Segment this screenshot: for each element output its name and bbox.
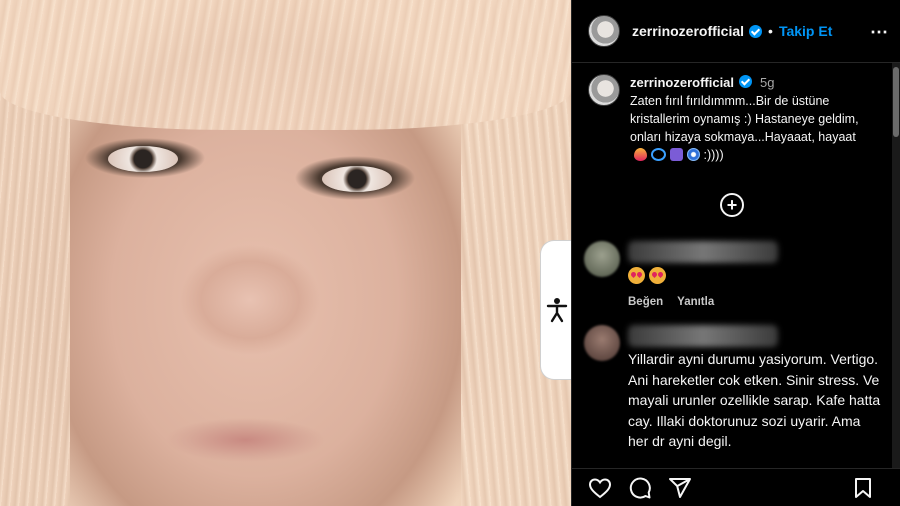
infinity-icon — [651, 148, 666, 161]
heart-eyes-icon — [649, 267, 666, 284]
comment-avatar[interactable] — [584, 325, 620, 361]
photo-eye-left — [108, 146, 178, 172]
caption-verified-icon — [739, 75, 753, 88]
post-action-bar — [572, 468, 900, 506]
post-photo — [0, 0, 571, 506]
share-icon[interactable] — [668, 476, 692, 500]
reply-comment-button[interactable]: Yanıtla — [677, 296, 714, 308]
peace-icon — [670, 148, 683, 161]
comment-emojis — [628, 267, 778, 284]
scrollbar-thumb[interactable] — [893, 67, 899, 137]
feed-scrollbar[interactable] — [892, 63, 900, 468]
author-username[interactable]: zerrinozerofficial — [632, 23, 744, 39]
photo-eye-right — [322, 166, 392, 192]
caption-time[interactable]: 5g — [760, 75, 774, 90]
comment-item: Beğen Yanıtla — [584, 241, 884, 308]
post-caption: zerrinozerofficial 5g Zaten fırıl fırıldı… — [588, 74, 883, 164]
comment-icon[interactable] — [628, 476, 652, 500]
caption-avatar[interactable] — [588, 74, 620, 106]
comment-username-redacted — [628, 325, 778, 347]
comments-feed[interactable]: zerrinozerofficial 5g Zaten fırıl fırıldı… — [572, 63, 900, 468]
caption-emojis — [634, 148, 700, 161]
comment-avatar[interactable] — [584, 241, 620, 277]
follow-button[interactable]: Takip Et — [779, 23, 832, 39]
post-side-panel: zerrinozerofficial • Takip Et ⋯ zerrinoz… — [571, 0, 900, 506]
caption-username[interactable]: zerrinozerofficial — [630, 75, 734, 90]
bookmark-icon[interactable] — [851, 476, 875, 500]
post-header: zerrinozerofficial • Takip Et ⋯ — [572, 0, 900, 63]
heart-icon[interactable] — [588, 476, 612, 500]
more-options-icon[interactable]: ⋯ — [870, 22, 889, 43]
author-avatar[interactable] — [588, 15, 620, 47]
like-comment-button[interactable]: Beğen — [628, 296, 663, 308]
nazar-icon — [687, 148, 700, 161]
comment-item: Yillardir ayni durumu yasiyorum. Vertigo… — [584, 325, 884, 452]
load-more-comments-button[interactable]: + — [720, 193, 744, 217]
caption-text: Zaten fırıl fırıldımmm...Bir de üstüne k… — [630, 94, 859, 144]
accessibility-icon — [546, 298, 567, 323]
verified-badge-icon — [749, 24, 763, 38]
comment-text: Yillardir ayni durumu yasiyorum. Vertigo… — [628, 351, 881, 449]
comment-username-redacted — [628, 241, 778, 263]
separator-dot: • — [768, 23, 773, 39]
heart-eyes-icon — [628, 267, 645, 284]
photo-hair-bangs — [0, 0, 571, 130]
accessibility-button[interactable] — [540, 240, 572, 380]
heart-on-fire-icon — [634, 148, 647, 161]
caption-text-tail: :)))) — [703, 148, 724, 162]
